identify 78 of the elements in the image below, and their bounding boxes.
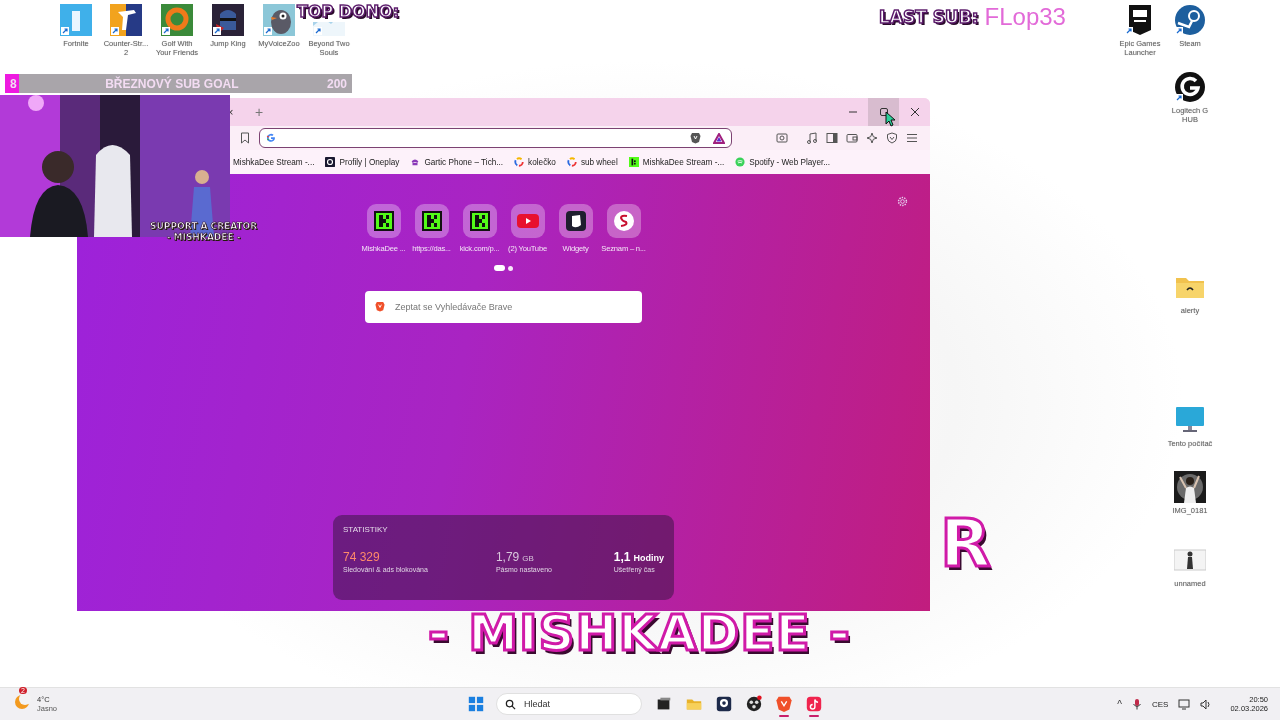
stat-value: 1,1 [613, 550, 631, 564]
search-field[interactable]: Zeptat se Vyhledávače Brave [365, 291, 642, 323]
kick-icon [371, 209, 396, 233]
camera-icon [715, 695, 733, 713]
kick-icon [467, 209, 492, 233]
app-icon[interactable] [1174, 71, 1206, 103]
phone-icon [410, 157, 421, 167]
record-icon [745, 695, 763, 713]
app-icon[interactable] [212, 4, 244, 36]
stat-unit: Hodiny [633, 553, 664, 563]
music-icon[interactable] [806, 132, 818, 144]
sparkle-icon[interactable] [866, 132, 878, 144]
maximize-button[interactable] [868, 98, 899, 126]
overlay-label: TOP DONO: [297, 3, 400, 20]
bookmark-link[interactable]: MishkaDee Stream -... [233, 157, 315, 167]
seznam-icon [611, 209, 636, 233]
kick-icon [628, 157, 639, 167]
bookmark-link[interactable]: Profily | Oneplay [325, 157, 400, 167]
shortcut-tile[interactable] [558, 204, 593, 238]
bookmark-link[interactable]: Spotify - Web Player... [735, 157, 831, 167]
stat-value: 1,79 [495, 550, 520, 564]
spotify-icon [735, 157, 746, 167]
app-icon[interactable] [110, 4, 142, 36]
bookmark-link[interactable]: Gartic Phone – Tich... [410, 157, 504, 167]
search-icon [505, 698, 516, 710]
triangle-icon[interactable] [713, 132, 725, 144]
brave-icon [375, 301, 385, 312]
settings-icon[interactable] [897, 196, 908, 207]
app-icon[interactable] [1174, 4, 1206, 36]
sidebar-icon[interactable] [826, 132, 838, 144]
address-field[interactable] [259, 128, 732, 148]
bookmark-link[interactable]: MishkaDee Stream -... [628, 157, 725, 167]
wallet-icon[interactable] [846, 132, 858, 144]
language-indicator[interactable]: CES [1152, 699, 1169, 709]
overlay-label: LAST SUB: [879, 7, 979, 27]
widget-icon [563, 209, 588, 233]
shield-icon[interactable] [690, 132, 701, 144]
app-icon[interactable] [263, 4, 295, 36]
subscriber-name: FLop33 [984, 3, 1066, 31]
banner-text: R [940, 505, 991, 582]
goal-title: BŘEZNOVÝ SUB GOAL [104, 76, 240, 91]
speaker-icon[interactable] [1200, 698, 1213, 710]
active-indicator [809, 715, 819, 717]
menu-icon[interactable] [906, 132, 918, 144]
page-dot[interactable] [508, 265, 513, 271]
goal-current: 8 [10, 76, 17, 91]
microphone-icon[interactable] [1132, 698, 1142, 710]
goal-target: 200 [326, 76, 347, 91]
google-icon [266, 133, 276, 143]
wheel-icon [566, 157, 577, 167]
stat-value: 74 329 [343, 550, 380, 564]
shortcut-tile[interactable] [606, 204, 641, 238]
caption-text: SUPPORT A CREATOR [150, 221, 258, 232]
bookmark-link[interactable]: kolečko [514, 157, 556, 167]
shortcut-tile[interactable] [462, 204, 497, 238]
app-icon [325, 157, 336, 167]
windows-icon [467, 695, 485, 713]
kick-icon [419, 209, 444, 233]
maximize-icon [878, 107, 889, 117]
caption-text: - MISHKADEE - [166, 232, 241, 243]
search-field[interactable]: Hledat [496, 693, 642, 715]
shield-icon[interactable] [886, 132, 898, 144]
cursor-icon [885, 111, 897, 127]
shortcut-tile[interactable] [366, 204, 401, 238]
shortcut-tile[interactable] [510, 204, 545, 238]
page-search-icon[interactable] [776, 132, 788, 144]
note-icon [805, 695, 823, 713]
stat-unit: GB [522, 554, 534, 563]
wheel-icon [514, 157, 525, 167]
active-indicator [779, 715, 789, 717]
overflow-button[interactable]: ^ [1117, 698, 1122, 710]
bookmark-link[interactable]: sub wheel [566, 157, 618, 167]
stats-title: STATISTIKY [343, 525, 389, 534]
close-icon [909, 107, 920, 117]
banner-text: - MISHKADEE - [428, 604, 851, 662]
monitor-icon[interactable] [1178, 698, 1191, 710]
shortcut-tile[interactable] [414, 204, 449, 238]
bookmark-icon[interactable] [240, 132, 250, 144]
